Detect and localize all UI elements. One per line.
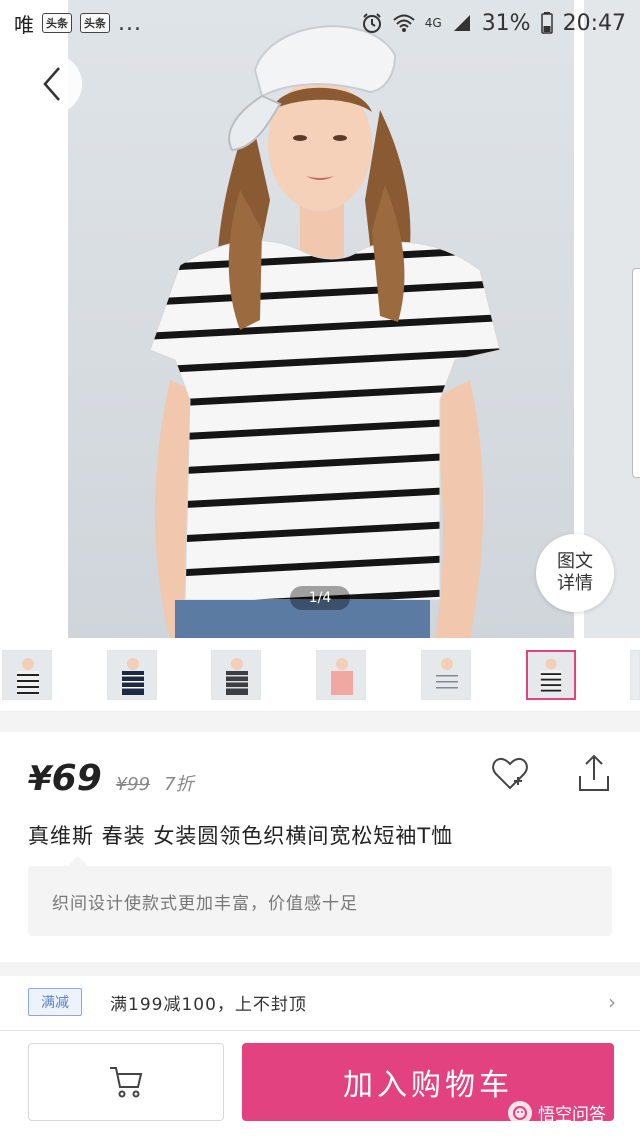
status-bar: 唯 头条 头条 ... 4G 31% 20:47 bbox=[0, 0, 640, 46]
alarm-icon bbox=[362, 13, 381, 33]
thumbnail-3[interactable] bbox=[211, 650, 261, 700]
wukong-logo-icon bbox=[508, 1100, 532, 1125]
thumbnail-1[interactable] bbox=[2, 650, 52, 700]
image-page-indicator: 1/4 bbox=[290, 586, 350, 610]
thumbnail-image bbox=[317, 651, 365, 699]
wifi-icon bbox=[393, 14, 415, 32]
favorite-button[interactable] bbox=[490, 754, 530, 794]
more-notifications: ... bbox=[118, 10, 142, 36]
carrier-label: 唯 bbox=[14, 12, 34, 37]
original-price: ¥99 bbox=[115, 774, 151, 795]
section-divider bbox=[0, 962, 640, 976]
discount-label: 7折 bbox=[164, 774, 194, 795]
share-icon bbox=[579, 754, 609, 791]
thumbnail-image bbox=[212, 651, 260, 699]
toutiao-badge-icon: 头条 bbox=[80, 13, 110, 33]
chevron-right-icon: › bbox=[608, 990, 616, 1014]
thumbnail-image bbox=[3, 651, 51, 699]
watermark: 悟空问答 bbox=[508, 1100, 606, 1125]
shopping-cart-icon bbox=[110, 1067, 143, 1098]
chevron-left-icon bbox=[43, 67, 60, 101]
watermark-text: 悟空问答 bbox=[538, 1105, 606, 1125]
product-photo bbox=[149, 25, 501, 638]
signal-icon bbox=[453, 15, 470, 31]
thumbnail-5[interactable] bbox=[421, 650, 471, 700]
section-divider bbox=[0, 712, 640, 732]
share-button[interactable] bbox=[572, 752, 616, 796]
thumbnail-6-selected[interactable] bbox=[526, 650, 576, 700]
detail-line1: 图文 bbox=[557, 551, 593, 572]
hero-scroll-handle[interactable] bbox=[632, 268, 640, 478]
thumbnail-7-partial[interactable] bbox=[630, 650, 640, 700]
thumbnail-2[interactable] bbox=[107, 650, 157, 700]
currency-symbol: ¥ bbox=[28, 759, 52, 799]
promotion-row[interactable]: 满减 满199减100，上不封顶 › bbox=[0, 976, 640, 1028]
price-row: ¥69 ¥99 7折 bbox=[28, 758, 194, 799]
detail-line2: 详情 bbox=[557, 573, 593, 594]
current-price: ¥69 bbox=[28, 758, 102, 799]
network-type: 4G bbox=[424, 16, 442, 30]
promo-tag: 满减 bbox=[28, 988, 82, 1016]
thumbnail-image bbox=[422, 651, 470, 699]
product-title: 真维斯 春装 女装圆领色织横间宽松短袖T恤 bbox=[28, 824, 454, 848]
promo-text: 满199减100，上不封顶 bbox=[110, 994, 307, 1015]
price-value: 69 bbox=[51, 758, 102, 799]
thumbnail-image bbox=[528, 652, 574, 698]
heart-plus-icon bbox=[492, 757, 528, 790]
battery-icon bbox=[540, 12, 553, 34]
battery-percent: 31% bbox=[481, 10, 531, 36]
toutiao-badge-icon: 头条 bbox=[42, 13, 72, 33]
cart-button[interactable] bbox=[28, 1043, 224, 1121]
graphic-detail-button[interactable]: 图文 详情 bbox=[536, 534, 614, 612]
status-right: 4G 31% 20:47 bbox=[361, 11, 626, 36]
status-left: 唯 头条 头条 ... bbox=[14, 9, 142, 38]
thumbnail-4[interactable] bbox=[316, 650, 366, 700]
product-image-carousel[interactable] bbox=[0, 0, 640, 638]
thumbnail-strip bbox=[0, 638, 640, 712]
clock: 20:47 bbox=[562, 10, 626, 36]
back-button[interactable] bbox=[22, 54, 82, 114]
thumbnail-image bbox=[108, 651, 156, 699]
product-description: 织间设计使款式更加丰富，价值感十足 bbox=[28, 856, 612, 936]
